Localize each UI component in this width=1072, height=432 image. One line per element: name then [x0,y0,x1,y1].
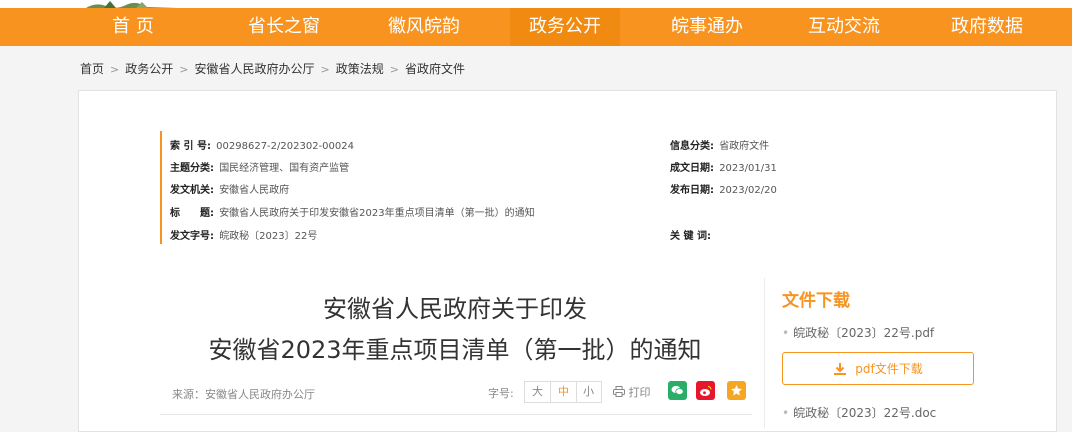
breadcrumb-home[interactable]: 首页 [80,62,104,76]
chevron-right-icon: > [389,63,399,76]
font-size-large-button[interactable]: 大 [525,382,550,402]
meta-title: 标 题: 安徽省人民政府关于印发安徽省2023年重点项目清单（第一批）的通知 [170,208,535,219]
share-weibo-button[interactable] [696,381,715,400]
download-file-pdf[interactable]: • 皖政秘〔2023〕22号.pdf [782,324,934,341]
meta-index: 索 引 号: 00298627-2/202302-00024 [170,141,354,152]
nav-item-data[interactable]: 政府数据 [928,8,1046,46]
meta-created-date: 成文日期: 2023/01/31 [670,163,777,174]
print-button[interactable]: 打印 [613,384,651,400]
breadcrumb-province-docs[interactable]: 省政府文件 [405,62,465,76]
article-source: 来源：安徽省人民政府办公厅 [172,388,315,401]
download-icon [834,362,847,375]
article-title-line-2: 安徽省2023年重点项目清单（第一批）的通知 [208,336,702,364]
meta-doc-number: 发文字号: 皖政秘〔2023〕22号 [170,231,318,242]
breadcrumb-gov-affairs[interactable]: 政务公开 [125,62,173,76]
download-section-title: 文件下载 [782,291,850,311]
printer-icon [613,386,625,397]
nav-item-services[interactable]: 皖事通办 [648,8,766,46]
article-title-line-1: 安徽省人民政府关于印发 [323,295,587,323]
download-file-doc[interactable]: • 皖政秘〔2023〕22号.doc [782,404,936,421]
nav-item-culture[interactable]: 徽风皖韵 [365,8,483,46]
breadcrumb-policy[interactable]: 政策法规 [336,62,384,76]
meta-category: 信息分类: 省政府文件 [670,141,770,152]
header-top-strip [0,0,1072,8]
chevron-right-icon: > [320,63,330,76]
font-size-label: 字号: [488,387,514,400]
weibo-icon [700,385,712,396]
star-icon [731,385,742,396]
article-divider [160,414,752,415]
font-size-switcher: 大 中 小 [524,381,602,403]
breadcrumb: 首页 > 政务公开 > 安徽省人民政府办公厅 > 政策法规 > 省政府文件 [80,60,465,77]
pdf-download-button[interactable]: pdf文件下载 [782,352,974,385]
breadcrumb-office[interactable]: 安徽省人民政府办公厅 [194,62,314,76]
meta-issuer: 发文机关: 安徽省人民政府 [170,185,290,196]
meta-keywords: 关 键 词: [670,231,711,242]
font-size-medium-button[interactable]: 中 [550,382,577,402]
share-wechat-button[interactable] [668,381,687,400]
main-nav: 首 页 省长之窗 徽风皖韵 政务公开 皖事通办 互动交流 政府数据 [0,8,1072,46]
chevron-right-icon: > [110,63,120,76]
sidebar-divider [764,278,765,428]
nav-item-governor[interactable]: 省长之窗 [225,8,343,46]
document-meta-box: 索 引 号: 00298627-2/202302-00024 信息分类: 省政府… [160,131,862,244]
favorite-button[interactable] [727,381,746,400]
wechat-icon [671,385,684,395]
meta-topic: 主题分类: 国民经济管理、国有资产监管 [170,163,350,174]
nav-item-gov-affairs[interactable]: 政务公开 [510,8,620,46]
meta-published-date: 发布日期: 2023/02/20 [670,185,777,196]
nav-item-interaction[interactable]: 互动交流 [785,8,903,46]
bullet-icon: • [782,326,790,340]
bullet-icon: • [782,406,790,420]
nav-item-home[interactable]: 首 页 [78,8,188,46]
logo-graphic-fragment [86,1,178,8]
font-size-small-button[interactable]: 小 [576,382,601,402]
chevron-right-icon: > [179,63,189,76]
